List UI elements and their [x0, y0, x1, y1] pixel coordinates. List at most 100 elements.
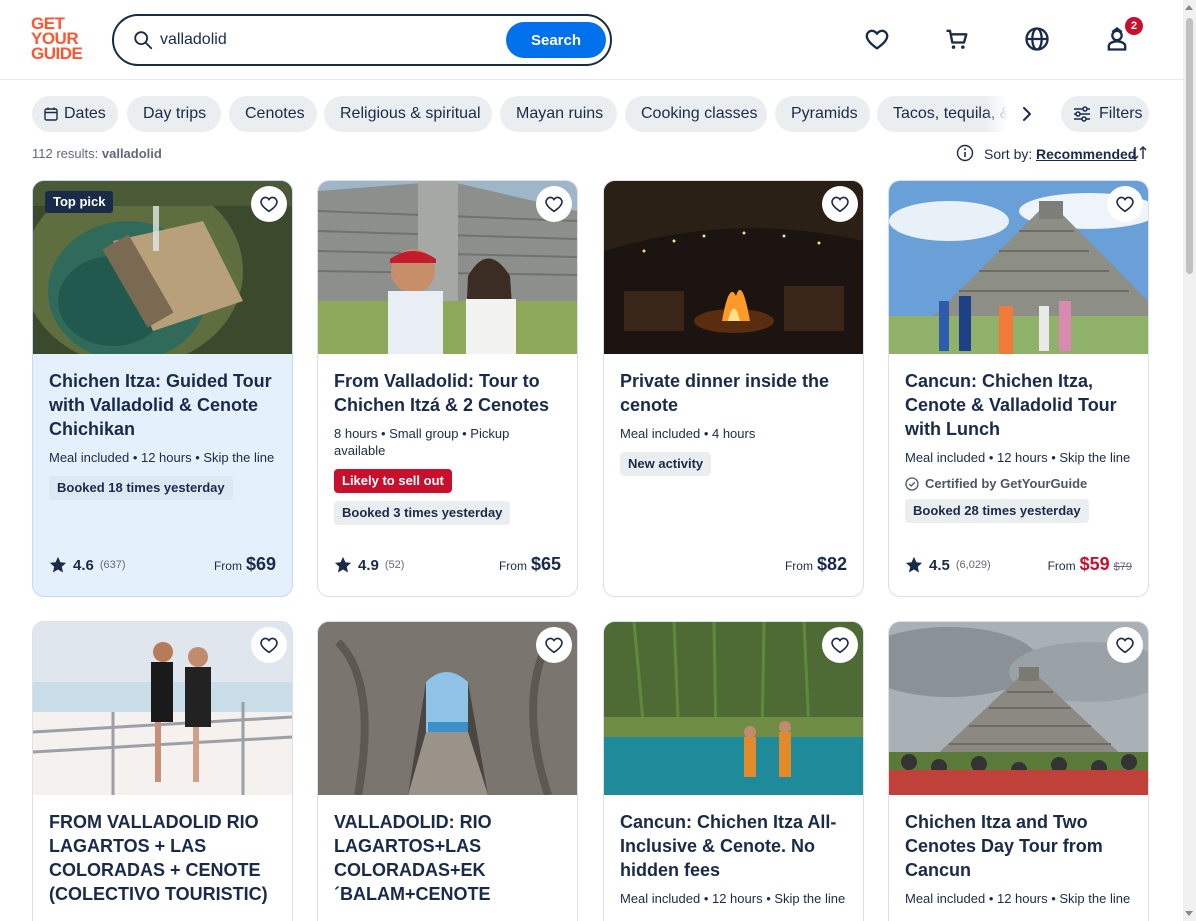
activity-title[interactable]: Chichen Itza and Two Cenotes Day Tour fr…	[905, 810, 1133, 882]
price-value: $69	[245, 554, 276, 574]
filters-label: Filters	[1099, 105, 1143, 122]
card-body: VALLADOLID: RIO LAGARTOS+LAS COLORADAS+E…	[334, 810, 562, 906]
info-icon[interactable]	[956, 144, 974, 162]
search-bar: Search	[112, 14, 612, 66]
top-pick-badge: Top pick	[45, 191, 114, 213]
activity-card[interactable]: VALLADOLID: RIO LAGARTOS+LAS COLORADAS+E…	[317, 621, 578, 921]
chip-label: Dates	[64, 105, 106, 122]
activity-title[interactable]: Private dinner inside the cenote	[620, 369, 848, 417]
rating: 4.6 (637)	[49, 556, 126, 574]
chip-cenotes[interactable]: Cenotes	[229, 96, 317, 132]
star-icon	[49, 556, 67, 573]
sort-value[interactable]: Recommended	[1036, 146, 1136, 162]
activity-meta: Meal included • 12 hours • Skip the line	[905, 450, 1131, 465]
heart-icon[interactable]	[863, 25, 891, 53]
activity-card[interactable]: FROM VALLADOLID RIO LAGARTOS + LAS COLOR…	[32, 621, 293, 921]
activity-card[interactable]: Top pick Chichen Itza: Guided Tour with …	[32, 180, 293, 597]
booked-badge: Booked 28 times yesterday	[905, 499, 1089, 523]
sort-arrows-icon[interactable]	[1130, 144, 1148, 162]
price: From $59 $79	[1048, 554, 1132, 575]
wishlist-button[interactable]	[536, 627, 572, 663]
wishlist-button[interactable]	[822, 186, 858, 222]
activity-title[interactable]: Cancun: Chichen Itza, Cenote & Valladoli…	[905, 369, 1133, 441]
price-from-label: From	[213, 559, 242, 573]
chip-mayan-ruins[interactable]: Mayan ruins	[500, 96, 617, 132]
search-input[interactable]	[160, 28, 500, 52]
activity-title[interactable]: VALLADOLID: RIO LAGARTOS+LAS COLORADAS+E…	[334, 810, 562, 906]
activity-title[interactable]: Cancun: Chichen Itza All-Inclusive & Cen…	[620, 810, 848, 882]
sale-price: $59	[1079, 554, 1110, 574]
price-from-label: From	[498, 559, 527, 573]
page-scrollbar[interactable]	[1183, 0, 1196, 921]
scroll-down-icon[interactable]	[1185, 911, 1193, 916]
card-footer: 4.9 (52) From $65	[334, 554, 561, 578]
chip-religious-spiritual[interactable]: Religious & spiritual	[324, 96, 492, 132]
check-badge-icon	[905, 476, 919, 491]
wishlist-button[interactable]	[251, 627, 287, 663]
site-header: GET YOUR GUIDE Search 2	[0, 0, 1183, 80]
wishlist-button[interactable]	[1107, 186, 1143, 222]
rating: 4.5 (6,029)	[905, 556, 991, 574]
original-price: $79	[1113, 561, 1132, 573]
activity-title[interactable]: Chichen Itza: Guided Tour with Valladoli…	[49, 369, 277, 441]
chip-pyramids[interactable]: Pyramids	[775, 96, 870, 132]
scroll-up-icon[interactable]	[1185, 5, 1193, 10]
sort-label: Sort by:	[984, 146, 1033, 162]
card-body: Cancun: Chichen Itza, Cenote & Valladoli…	[905, 369, 1133, 523]
wishlist-button[interactable]	[822, 627, 858, 663]
heart-icon	[545, 196, 563, 213]
wishlist-button[interactable]	[1107, 627, 1143, 663]
getyourguide-logo[interactable]: GET YOUR GUIDE	[31, 15, 91, 62]
activity-title[interactable]: FROM VALLADOLID RIO LAGARTOS + LAS COLOR…	[49, 810, 277, 906]
chip-cooking-classes[interactable]: Cooking classes	[625, 96, 767, 132]
search-button[interactable]: Search	[506, 22, 606, 58]
heart-icon	[831, 196, 849, 213]
review-count: (637)	[99, 559, 126, 571]
wishlist-button[interactable]	[251, 186, 287, 222]
certified-text: Certified by GetYourGuide	[925, 476, 1088, 491]
search-icon	[134, 31, 153, 50]
globe-icon[interactable]	[1023, 25, 1051, 53]
review-count: (6,029)	[955, 559, 991, 571]
card-body: Chichen Itza: Guided Tour with Valladoli…	[49, 369, 277, 500]
card-body: Cancun: Chichen Itza All-Inclusive & Cen…	[620, 810, 848, 907]
new-activity-badge: New activity	[620, 452, 712, 476]
chevron-right-icon[interactable]	[1016, 103, 1038, 125]
card-footer: From $82	[620, 554, 847, 578]
activity-card[interactable]: Private dinner inside the cenote Meal in…	[603, 180, 864, 597]
star-icon	[334, 556, 352, 573]
activity-card[interactable]: Cancun: Chichen Itza All-Inclusive & Cen…	[603, 621, 864, 921]
price: From $65	[499, 554, 561, 575]
category-chips: Dates Day trips Cenotes Religious & spir…	[32, 96, 1037, 132]
calendar-icon	[44, 107, 58, 121]
results-number: 112 results:	[32, 146, 99, 161]
results-count: 112 results: valladolid	[32, 146, 162, 161]
heart-icon	[260, 637, 278, 654]
heart-icon	[1116, 637, 1134, 654]
activity-title[interactable]: From Valladolid: Tour to Chichen Itzá & …	[334, 369, 562, 417]
activity-meta: Meal included • 12 hours • Skip the line	[905, 891, 1131, 906]
activity-card[interactable]: From Valladolid: Tour to Chichen Itzá & …	[317, 180, 578, 597]
activity-card[interactable]: Chichen Itza and Two Cenotes Day Tour fr…	[888, 621, 1149, 921]
price-from-label: From	[1047, 559, 1076, 573]
activity-meta: 8 hours • Small group • Pickup available	[334, 426, 510, 458]
card-body: Chichen Itza and Two Cenotes Day Tour fr…	[905, 810, 1133, 907]
filters-button[interactable]: Filters	[1061, 96, 1149, 132]
card-footer: 4.6 (637) From $69	[49, 554, 276, 578]
heart-icon	[545, 637, 563, 654]
sliders-icon	[1074, 106, 1090, 122]
booked-badge: Booked 18 times yesterday	[49, 476, 233, 500]
card-body: From Valladolid: Tour to Chichen Itzá & …	[334, 369, 562, 525]
activity-card[interactable]: Cancun: Chichen Itza, Cenote & Valladoli…	[888, 180, 1149, 597]
price-value: $65	[530, 554, 561, 574]
scroll-thumb[interactable]	[1186, 18, 1193, 274]
wishlist-button[interactable]	[536, 186, 572, 222]
booked-badge: Booked 3 times yesterday	[334, 501, 511, 525]
activity-meta: Meal included • 12 hours • Skip the line	[620, 891, 846, 906]
chip-dates[interactable]: Dates	[32, 96, 118, 132]
chip-day-trips[interactable]: Day trips	[127, 96, 221, 132]
sell-out-badge: Likely to sell out	[334, 469, 452, 493]
rating: 4.9 (52)	[334, 556, 404, 574]
cart-icon[interactable]	[943, 25, 971, 53]
notification-badge: 2	[1125, 17, 1143, 35]
